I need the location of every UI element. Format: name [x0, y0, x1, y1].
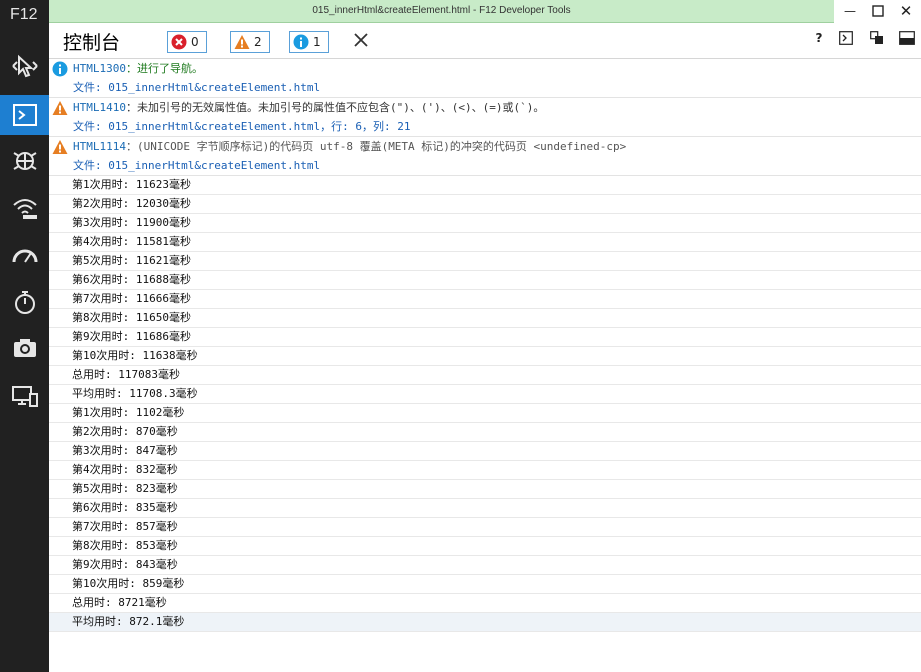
f12-label: F12 [10, 6, 38, 23]
log-line: 第6次用时: 11688毫秒 [49, 271, 921, 290]
log-line: 第1次用时: 1102毫秒 [49, 404, 921, 423]
log-line: 第10次用时: 11638毫秒 [49, 347, 921, 366]
clear-icon [354, 33, 368, 47]
log-line: 第2次用时: 870毫秒 [49, 423, 921, 442]
log-line: 第4次用时: 832毫秒 [49, 461, 921, 480]
console-message-info: HTML1300：进行了导航。 文件: 015_innerHtml&create… [49, 59, 921, 98]
help-icon: ? [815, 31, 823, 45]
log-line: 第7次用时: 857毫秒 [49, 518, 921, 537]
tool-sidebar: F12 [0, 0, 49, 672]
log-line: 第3次用时: 11900毫秒 [49, 214, 921, 233]
emulation-tool[interactable] [0, 376, 49, 416]
warning-filter-button[interactable]: 2 [230, 31, 270, 53]
console-tool[interactable] [0, 95, 49, 135]
console-output: HTML1300：进行了导航。 文件: 015_innerHtml&create… [49, 59, 921, 672]
network-tool[interactable] [0, 188, 49, 228]
log-line: 第3次用时: 847毫秒 [49, 442, 921, 461]
maximize-button[interactable] [864, 0, 892, 22]
gauge-icon [12, 249, 37, 263]
info-count: 1 [313, 35, 321, 49]
console-icon [12, 104, 37, 126]
window-title: 015_innerHtml&createElement.html - F12 D… [312, 5, 571, 16]
performance-tool[interactable] [0, 235, 49, 275]
console-message-warning: HTML1410：未加引号的无效属性值。未加引号的属性值不应包含(")、(')、… [49, 98, 921, 137]
dom-explorer-tool[interactable] [0, 46, 49, 86]
ui-responsiveness-tool[interactable] [0, 328, 49, 368]
console-small-icon [839, 31, 853, 45]
message-code[interactable]: HTML1410 [73, 101, 126, 114]
bug-icon [12, 152, 37, 170]
stopwatch-icon [14, 291, 35, 314]
warning-count: 2 [254, 35, 262, 49]
log-line: 第6次用时: 835毫秒 [49, 499, 921, 518]
help-button[interactable]: ? [809, 28, 829, 48]
message-text: ：未加引号的无效属性值。未加引号的属性值不应包含(")、(')、(<)、(=)或… [125, 101, 545, 114]
wifi-icon [12, 199, 37, 219]
dock-button[interactable] [897, 28, 917, 48]
close-window-button[interactable]: ✕ [892, 0, 920, 22]
close-icon: ✕ [899, 2, 913, 20]
log-line: 第5次用时: 823毫秒 [49, 480, 921, 499]
message-text: ：进行了导航。 [125, 62, 203, 75]
message-text: ：(UNICODE 字节顺序标记)的代码页 utf-8 覆盖(META 标记)的… [125, 140, 627, 153]
console-toggle-button[interactable] [836, 28, 856, 48]
log-line: 第8次用时: 853毫秒 [49, 537, 921, 556]
warning-icon [234, 34, 250, 50]
log-line: 第9次用时: 843毫秒 [49, 556, 921, 575]
info-icon [52, 61, 68, 77]
log-line: 第1次用时: 11623毫秒 [49, 176, 921, 195]
console-header: 控制台 0 2 1 ? [49, 22, 921, 59]
log-line: 平均用时: 11708.3毫秒 [49, 385, 921, 404]
info-filter-button[interactable]: 1 [289, 31, 329, 53]
error-count: 0 [191, 35, 199, 49]
camera-icon [13, 339, 36, 357]
minimize-button[interactable]: — [836, 0, 864, 22]
log-line: 第2次用时: 12030毫秒 [49, 195, 921, 214]
clear-console-button[interactable] [351, 30, 371, 50]
page-title: 控制台 [63, 32, 121, 54]
log-line: 总用时: 117083毫秒 [49, 366, 921, 385]
memory-tool[interactable] [0, 282, 49, 322]
dock-icon [899, 31, 915, 45]
message-source-link[interactable]: 文件: 015_innerHtml&createElement.html [49, 156, 921, 175]
log-line: 平均用时: 872.1毫秒 [49, 613, 921, 632]
maximize-icon [872, 5, 884, 17]
minimize-icon: — [844, 4, 856, 18]
message-code[interactable]: HTML1300 [73, 62, 126, 75]
debugger-tool[interactable] [0, 140, 49, 180]
pointer-select-icon [11, 54, 38, 78]
info-icon [293, 34, 309, 50]
log-line: 第9次用时: 11686毫秒 [49, 328, 921, 347]
log-line: 第10次用时: 859毫秒 [49, 575, 921, 594]
console-message-warning: HTML1114：(UNICODE 字节顺序标记)的代码页 utf-8 覆盖(M… [49, 137, 921, 176]
message-source-link[interactable]: 文件: 015_innerHtml&createElement.html，行: … [49, 117, 921, 136]
error-icon [171, 34, 187, 50]
undock-button[interactable] [867, 28, 887, 48]
warning-icon [52, 100, 68, 116]
window-titlebar: 015_innerHtml&createElement.html - F12 D… [49, 0, 834, 23]
message-code[interactable]: HTML1114 [73, 140, 126, 153]
log-line: 第8次用时: 11650毫秒 [49, 309, 921, 328]
error-filter-button[interactable]: 0 [167, 31, 207, 53]
log-line: 第4次用时: 11581毫秒 [49, 233, 921, 252]
devices-icon [11, 386, 38, 407]
undock-icon [870, 31, 883, 44]
log-line: 第5次用时: 11621毫秒 [49, 252, 921, 271]
warning-icon [52, 139, 68, 155]
message-source-link[interactable]: 文件: 015_innerHtml&createElement.html [49, 78, 921, 97]
log-line: 第7次用时: 11666毫秒 [49, 290, 921, 309]
log-line: 总用时: 8721毫秒 [49, 594, 921, 613]
